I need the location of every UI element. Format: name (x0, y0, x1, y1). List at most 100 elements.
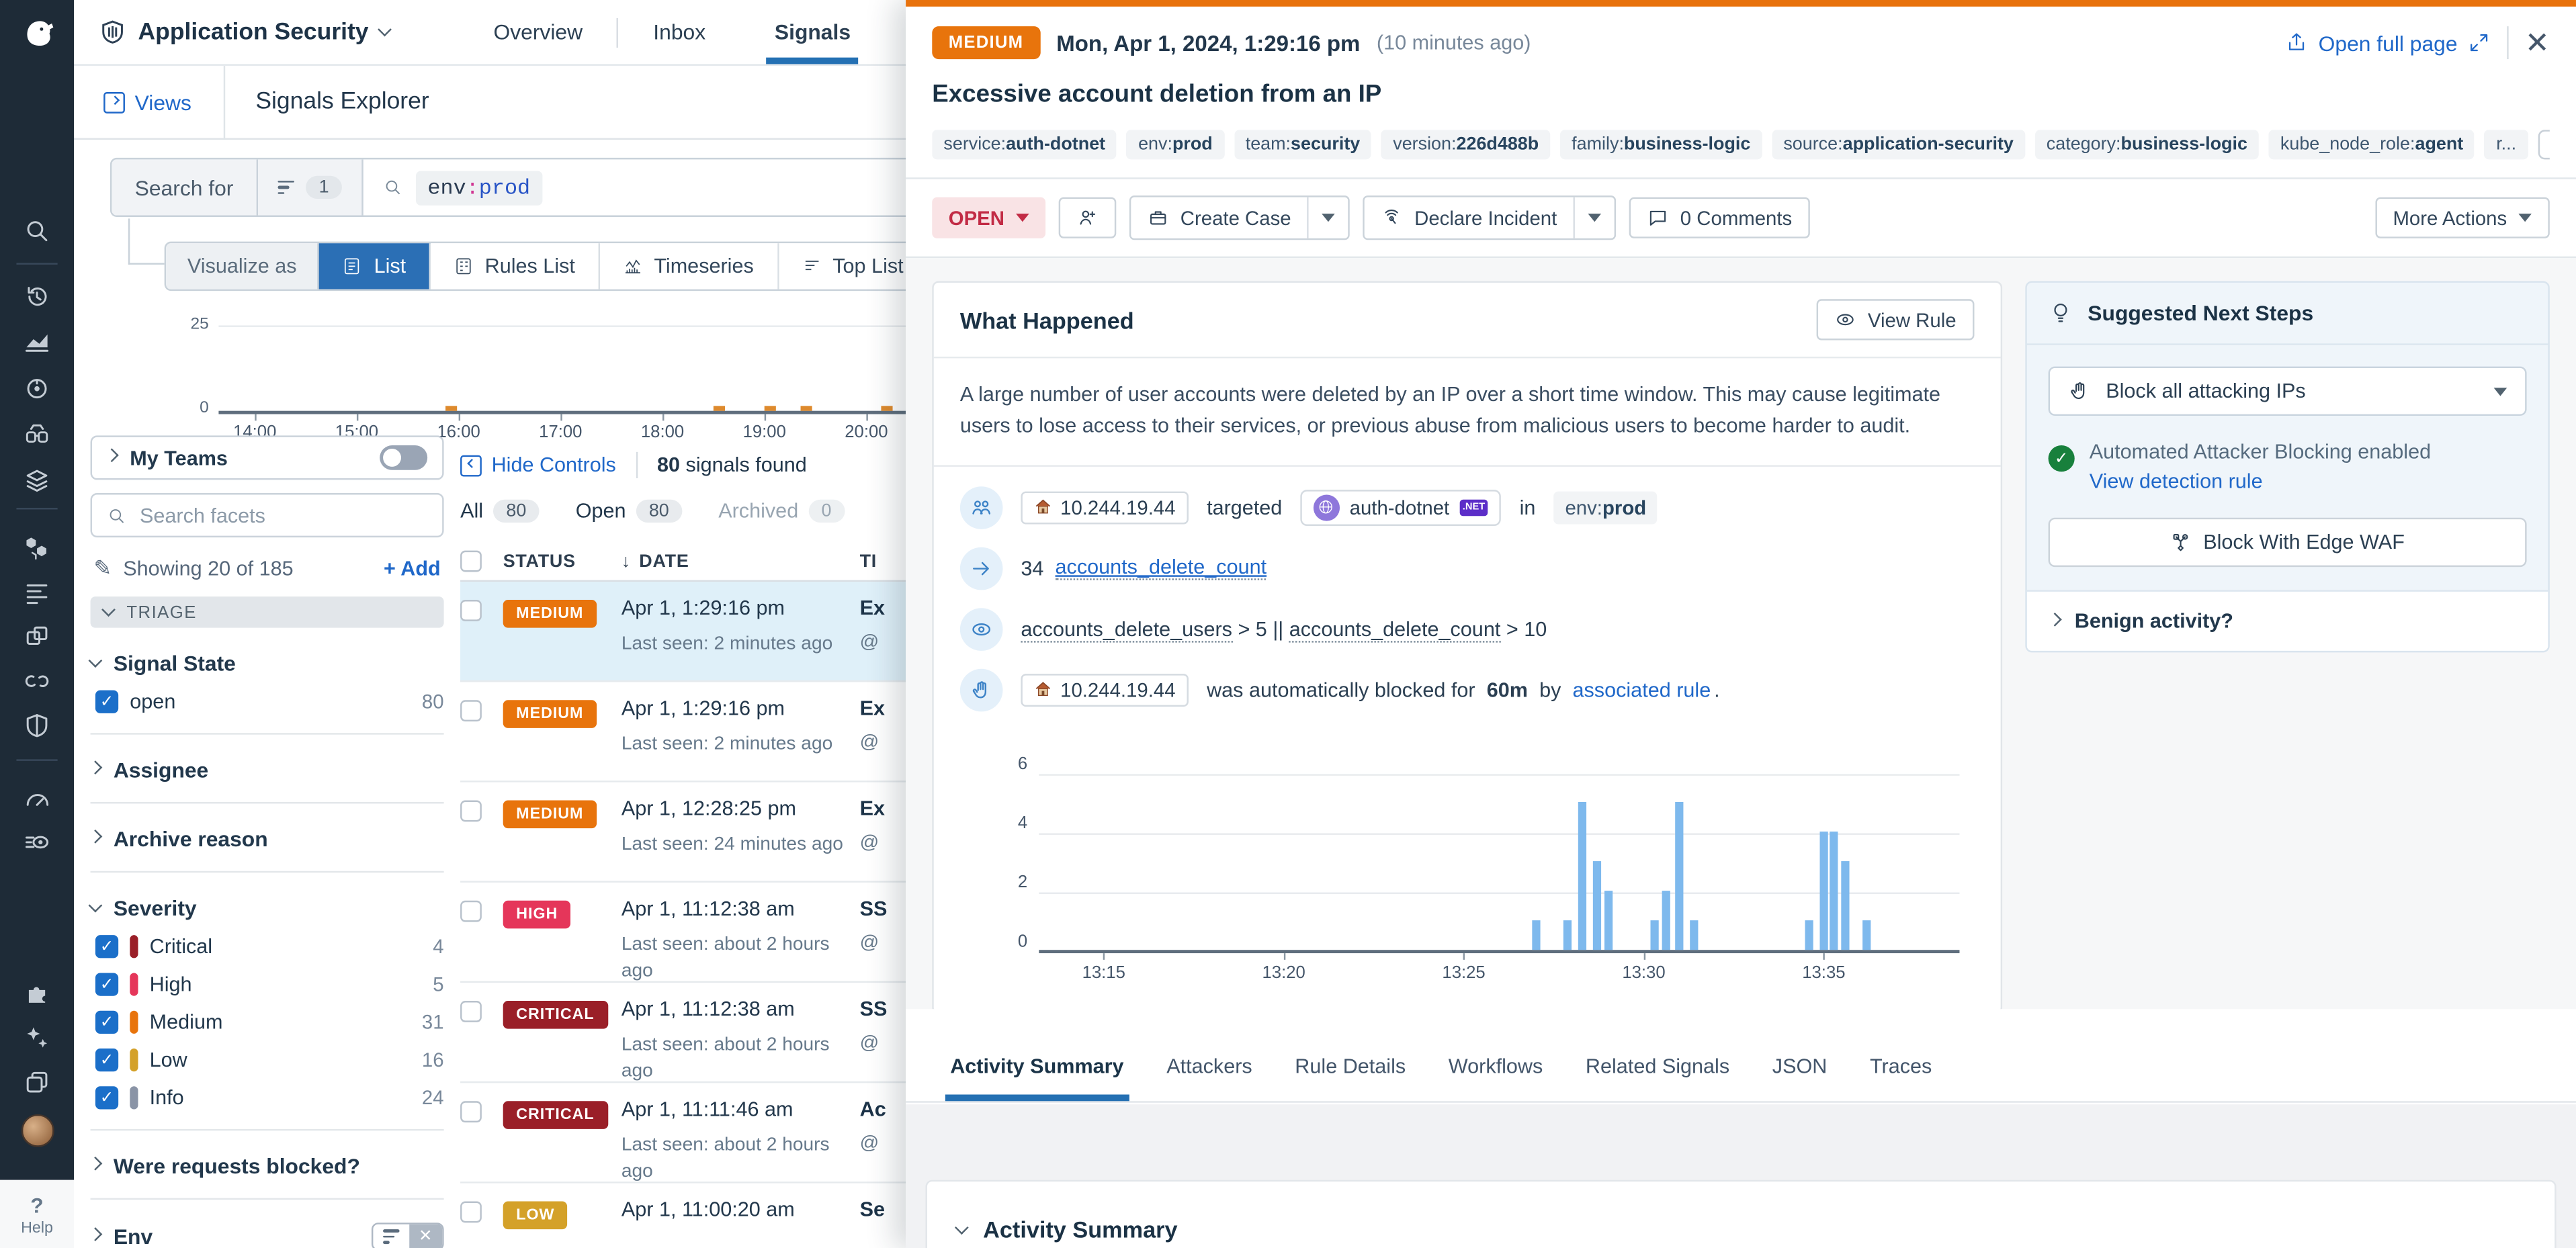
row-checkbox[interactable] (460, 700, 482, 721)
chart-bar[interactable] (1690, 920, 1698, 950)
signal-activity-chart[interactable]: 024613:1513:2013:2513:3013:35 (960, 746, 1975, 995)
tab-related-signals[interactable]: Related Signals (1564, 1055, 1751, 1102)
timeline-bar[interactable] (800, 406, 812, 410)
facet-value-critical[interactable]: ✓ Critical 4 (91, 935, 444, 958)
chart-bar[interactable] (1841, 860, 1849, 949)
column-date[interactable]: ↓DATE (621, 551, 860, 571)
tag-chip[interactable]: family:business-logic (1560, 130, 1762, 159)
row-checkbox[interactable] (460, 600, 482, 621)
chart-bar[interactable] (1819, 831, 1828, 949)
viz-option-list[interactable]: List (320, 243, 431, 289)
logs-icon[interactable] (0, 572, 74, 611)
my-teams-toggle[interactable] (380, 445, 427, 470)
env-tag-chip[interactable]: env:prod (1553, 491, 1658, 524)
user-avatar[interactable] (0, 1111, 74, 1151)
declare-incident-dropdown[interactable] (1574, 197, 1615, 238)
security-shield-icon[interactable] (0, 705, 74, 745)
tab-traces[interactable]: Traces (1848, 1055, 1953, 1102)
list-tab-all[interactable]: All80 (460, 500, 540, 523)
list-tab-open[interactable]: Open80 (576, 500, 683, 523)
checkbox-checked[interactable]: ✓ (95, 973, 118, 995)
column-status[interactable]: STATUS (503, 551, 621, 571)
tab-json[interactable]: JSON (1751, 1055, 1848, 1102)
help-button[interactable]: ? Help (0, 1180, 74, 1248)
chart-bar[interactable] (1593, 860, 1601, 949)
tag-chip[interactable]: source:application-security (1772, 130, 2025, 159)
chart-bar[interactable] (1830, 831, 1838, 949)
timeline-bar[interactable] (765, 406, 776, 410)
row-checkbox[interactable] (460, 1202, 482, 1223)
view-detection-rule-link[interactable]: View detection rule (2090, 470, 2263, 493)
apm-icon[interactable] (0, 368, 74, 408)
tag-chip[interactable]: service:auth-dotnet (932, 130, 1117, 159)
chart-bar[interactable] (1863, 920, 1871, 950)
metrics-icon[interactable] (0, 322, 74, 362)
tab-rule-details[interactable]: Rule Details (1274, 1055, 1427, 1102)
associated-rule-link[interactable]: associated rule (1572, 678, 1711, 701)
viz-option-rules-list[interactable]: Rules List (431, 243, 600, 289)
tab-activity-summary[interactable]: Activity Summary (929, 1055, 1145, 1102)
notebooks-icon[interactable] (0, 459, 74, 498)
ci-icon[interactable] (0, 617, 74, 656)
history-icon[interactable] (0, 276, 74, 316)
more-actions-button[interactable]: More Actions (2375, 197, 2550, 238)
timeline-bar[interactable] (714, 406, 725, 410)
facet-value-medium[interactable]: ✓ Medium 31 (91, 1011, 444, 1034)
list-tab-archived[interactable]: Archived0 (718, 500, 845, 523)
triage-group-header[interactable]: TRIAGE (91, 596, 444, 627)
tag-chip-truncated[interactable]: r... (2485, 130, 2528, 159)
timeline-bar[interactable] (445, 406, 457, 410)
benign-activity-section[interactable]: Benign activity? (2027, 590, 2548, 651)
metric-link[interactable]: accounts_delete_count (1056, 556, 1267, 581)
infrastructure-icon[interactable] (0, 527, 74, 567)
attacker-ip-chip[interactable]: 10.244.19.44 (1021, 674, 1189, 707)
facet-value-low[interactable]: ✓ Low 16 (91, 1049, 444, 1071)
tab-overview[interactable]: Overview (459, 0, 617, 64)
hide-controls-button[interactable]: Hide Controls (460, 453, 616, 476)
close-icon[interactable]: ✕ (2525, 28, 2550, 58)
tag-chip[interactable]: version:226d488b (1381, 130, 1550, 159)
timeline-bar[interactable] (882, 406, 893, 410)
integrations-puzzle-icon[interactable] (0, 973, 74, 1012)
checkbox-checked[interactable]: ✓ (95, 1086, 118, 1109)
block-with-edge-waf-button[interactable]: Block With Edge WAF (2049, 518, 2527, 567)
tab-workflows[interactable]: Workflows (1427, 1055, 1564, 1102)
checkbox-checked[interactable]: ✓ (95, 1011, 118, 1034)
comments-button[interactable]: 0 Comments (1629, 197, 1810, 238)
ai-sparkles-icon[interactable] (0, 1018, 74, 1057)
tab-signals[interactable]: Signals (740, 0, 886, 64)
query-chip[interactable]: env:prod (416, 170, 542, 204)
view-rule-button[interactable]: View Rule (1817, 299, 1974, 340)
add-facet-button[interactable]: +Add (384, 557, 441, 580)
product-switcher[interactable]: Application Security (99, 18, 390, 46)
tag-chip[interactable]: team:security (1234, 130, 1372, 159)
tag-chip[interactable]: category:business-logic (2035, 130, 2259, 159)
chart-bar[interactable] (1564, 920, 1572, 950)
facet-value-info[interactable]: ✓ Info 24 (91, 1086, 444, 1109)
facet-search-box[interactable] (91, 493, 444, 537)
facet-severity[interactable]: Severity (91, 895, 444, 920)
service-chip[interactable]: auth-dotnet .NET (1300, 490, 1501, 526)
chart-bar[interactable] (1805, 920, 1813, 950)
chart-bar[interactable] (1578, 801, 1586, 949)
activity-summary-section[interactable]: Activity Summary (925, 1180, 2556, 1248)
checkbox-checked[interactable]: ✓ (95, 690, 118, 713)
slo-gauge-icon[interactable] (0, 777, 74, 817)
row-checkbox[interactable] (460, 1101, 482, 1122)
facet-requests-blocked[interactable]: Were requests blocked? (91, 1154, 444, 1179)
audit-eye-icon[interactable] (0, 821, 74, 861)
facet-signal-state[interactable]: Signal State (91, 651, 444, 676)
my-teams-facet[interactable]: My Teams (91, 435, 444, 480)
facet-search-input[interactable] (140, 504, 370, 527)
views-button[interactable]: Views (103, 89, 191, 114)
synthetics-icon[interactable] (0, 661, 74, 701)
facet-assignee[interactable]: Assignee (91, 758, 444, 783)
facet-archive-reason[interactable]: Archive reason (91, 827, 444, 852)
declare-incident-button[interactable]: Declare Incident (1365, 197, 1574, 238)
checkbox-checked[interactable]: ✓ (95, 1049, 118, 1071)
create-case-dropdown[interactable] (1307, 197, 1348, 238)
watchdog-icon[interactable] (0, 414, 74, 454)
viz-option-timeseries[interactable]: Timeseries (600, 243, 779, 289)
facet-value-open[interactable]: ✓ open 80 (91, 690, 444, 713)
open-full-page-button[interactable]: Open full page (2286, 30, 2491, 55)
